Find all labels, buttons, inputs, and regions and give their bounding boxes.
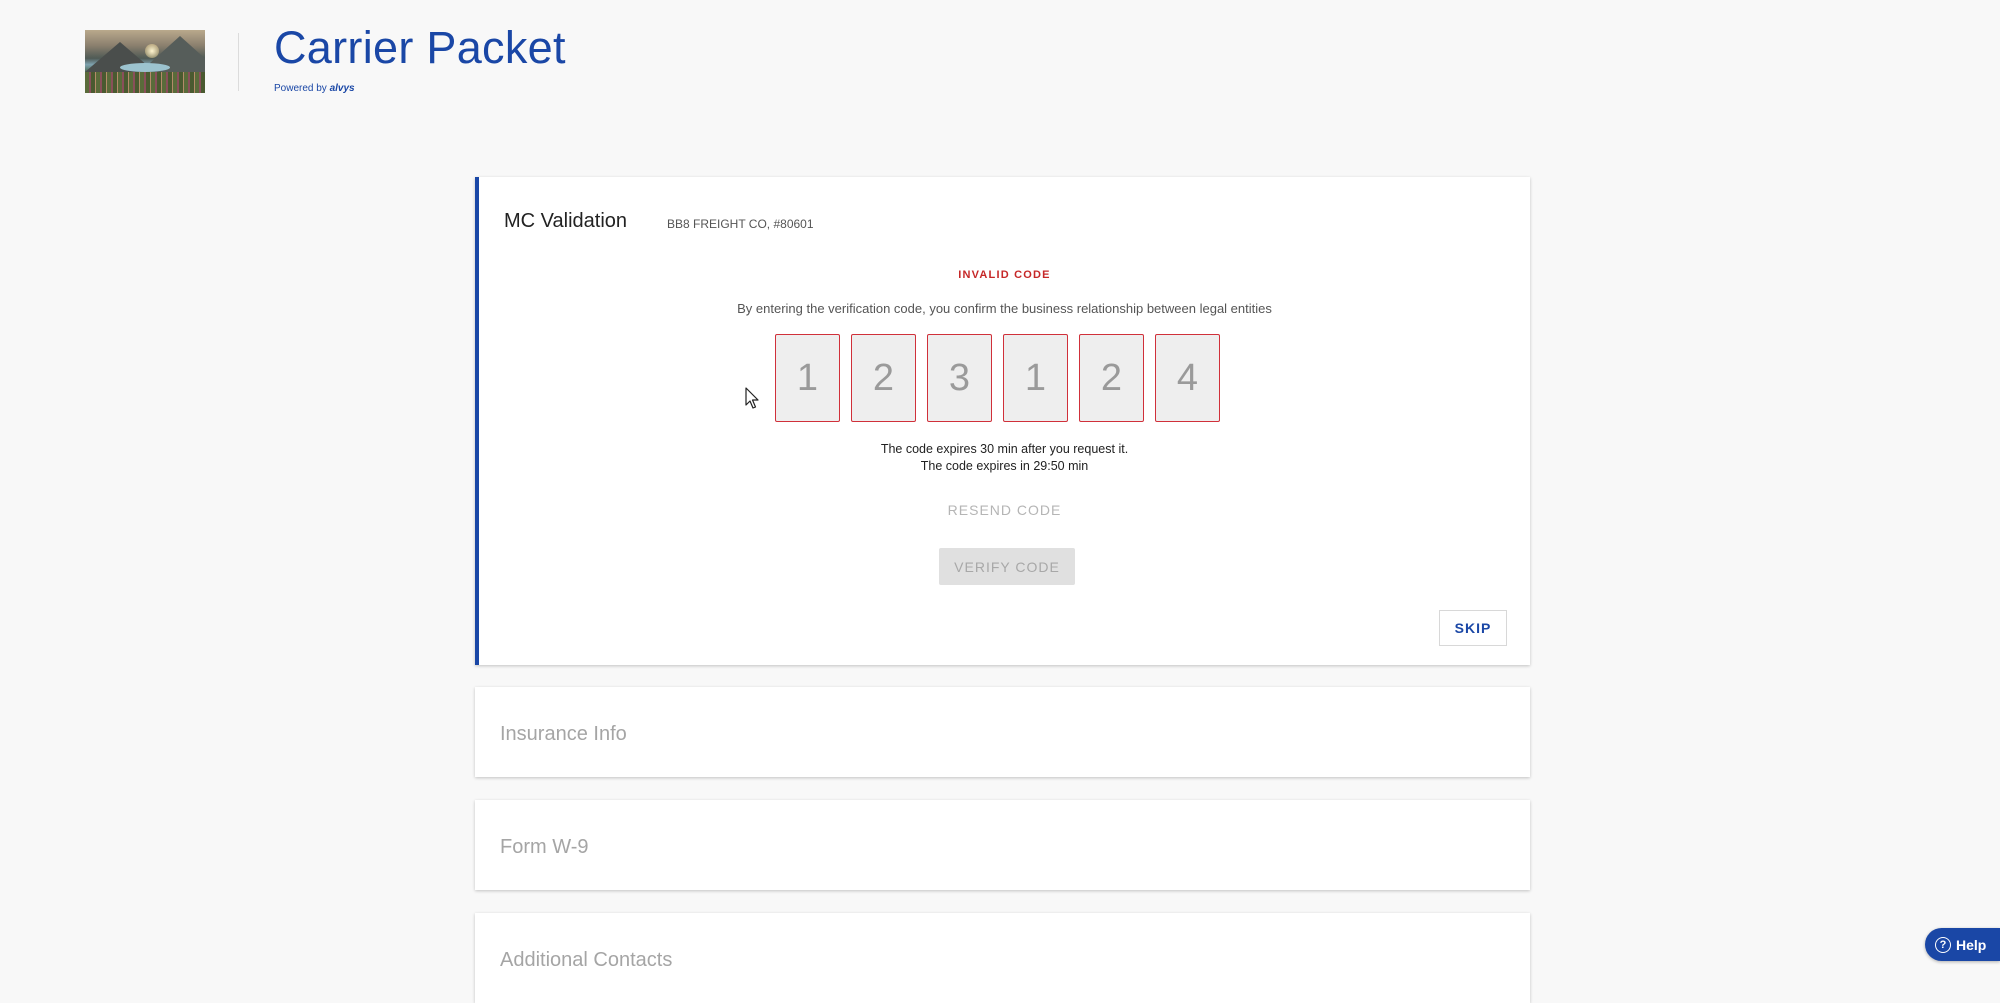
powered-by-prefix: Powered by <box>274 83 327 94</box>
section-additional-contacts[interactable]: Additional Contacts <box>475 913 1530 1003</box>
expire-note: The code expires 30 min after you reques… <box>880 442 1129 456</box>
company-name: BB8 FREIGHT CO, #80601 <box>667 217 814 231</box>
section-title: Insurance Info <box>500 723 627 745</box>
help-button[interactable]: ? Help <box>1925 928 2000 961</box>
code-digit-5[interactable]: 2 <box>1079 334 1144 422</box>
verification-code-input: 1 2 3 1 2 4 <box>775 334 1220 422</box>
header: Carrier Packet Powered by alvys <box>0 0 2000 110</box>
section-title: Form W-9 <box>500 836 589 858</box>
resend-code-button[interactable]: RESEND CODE <box>479 502 1530 518</box>
page-title: Carrier Packet <box>274 22 566 73</box>
code-digit-1[interactable]: 1 <box>775 334 840 422</box>
section-insurance-info[interactable]: Insurance Info <box>475 687 1530 777</box>
company-logo <box>85 30 205 93</box>
verify-code-button[interactable]: VERIFY CODE <box>939 548 1075 585</box>
powered-by: Powered by alvys <box>274 83 355 94</box>
help-label: Help <box>1956 936 1987 953</box>
mc-validation-title: MC Validation <box>504 210 628 232</box>
confirm-text: By entering the verification code, you c… <box>737 301 1272 316</box>
code-digit-4[interactable]: 1 <box>1003 334 1068 422</box>
mouse-cursor-icon <box>745 387 759 409</box>
powered-by-brand[interactable]: alvys <box>330 83 355 94</box>
section-title: Additional Contacts <box>500 949 673 971</box>
header-divider <box>238 33 239 91</box>
expire-countdown: The code expires in 29:50 min <box>920 459 1089 473</box>
code-digit-6[interactable]: 4 <box>1155 334 1220 422</box>
mc-validation-card: MC Validation BB8 FREIGHT CO, #80601 INV… <box>475 177 1530 665</box>
code-digit-2[interactable]: 2 <box>851 334 916 422</box>
skip-button[interactable]: SKIP <box>1439 610 1507 646</box>
section-form-w9[interactable]: Form W-9 <box>475 800 1530 890</box>
invalid-code-message: INVALID CODE <box>958 269 1051 281</box>
help-icon: ? <box>1935 936 1951 953</box>
code-digit-3[interactable]: 3 <box>927 334 992 422</box>
